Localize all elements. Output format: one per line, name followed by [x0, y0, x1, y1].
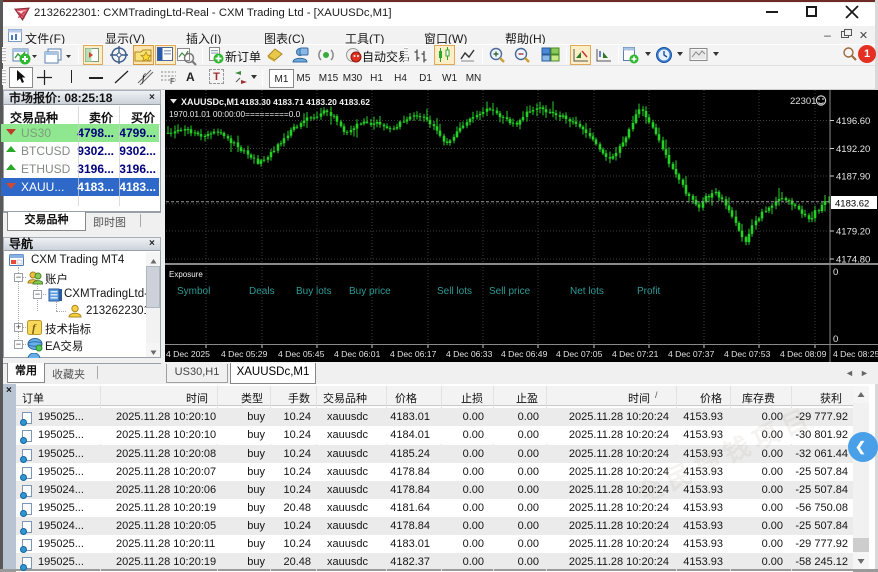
- svg-text:4 Dec 06:17: 4 Dec 06:17: [390, 349, 437, 359]
- svg-text:4 Dec 06:49: 4 Dec 06:49: [501, 349, 548, 359]
- svg-text:4 Dec 08:09: 4 Dec 08:09: [780, 349, 827, 359]
- svg-text:4174.80: 4174.80: [836, 255, 870, 266]
- svg-text:4 Dec 06:01: 4 Dec 06:01: [334, 349, 381, 359]
- svg-text:4196.60: 4196.60: [836, 116, 870, 127]
- svg-text:Exposure: Exposure: [169, 270, 203, 279]
- svg-text:4 Dec 07:05: 4 Dec 07:05: [556, 349, 603, 359]
- svg-text:4 Dec 2025: 4 Dec 2025: [166, 349, 210, 359]
- svg-text:4 Dec 07:37: 4 Dec 07:37: [668, 349, 715, 359]
- svg-text:4179.20: 4179.20: [836, 227, 870, 238]
- svg-text:Sell lots: Sell lots: [437, 286, 472, 297]
- svg-text:0: 0: [833, 267, 838, 278]
- svg-text:4187.90: 4187.90: [836, 172, 870, 183]
- svg-text:Symbol: Symbol: [177, 286, 210, 297]
- svg-text:Net lots: Net lots: [570, 286, 604, 297]
- svg-text:Sell price: Sell price: [489, 286, 531, 297]
- svg-text:Buy price: Buy price: [349, 286, 391, 297]
- svg-text:Profit: Profit: [637, 286, 661, 297]
- svg-text:1970.01.01 00:00:00=========0.: 1970.01.01 00:00:00=========0.0: [169, 109, 301, 119]
- svg-text:4 Dec 07:53: 4 Dec 07:53: [724, 349, 771, 359]
- svg-text:F: F: [170, 77, 175, 85]
- svg-text:4 Dec 08:25: 4 Dec 08:25: [833, 349, 878, 359]
- svg-text:f: f: [142, 73, 146, 84]
- svg-text:4 Dec 05:29: 4 Dec 05:29: [221, 349, 268, 359]
- svg-text:4 Dec 06:33: 4 Dec 06:33: [446, 349, 493, 359]
- svg-text:4192.20: 4192.20: [836, 144, 870, 155]
- svg-text:22301: 22301: [790, 96, 816, 107]
- svg-text:4 Dec 07:21: 4 Dec 07:21: [612, 349, 659, 359]
- svg-text:Deals: Deals: [249, 286, 275, 297]
- svg-text:4 Dec 05:45: 4 Dec 05:45: [278, 349, 325, 359]
- svg-text:4183.30 4183.71 4183.20 4183.6: 4183.30 4183.71 4183.20 4183.62: [240, 97, 370, 107]
- svg-text:4183.62: 4183.62: [835, 199, 869, 210]
- svg-text:Buy lots: Buy lots: [296, 286, 332, 297]
- svg-text:0: 0: [833, 334, 838, 345]
- svg-text:XAUUSDc,M1: XAUUSDc,M1: [181, 97, 239, 107]
